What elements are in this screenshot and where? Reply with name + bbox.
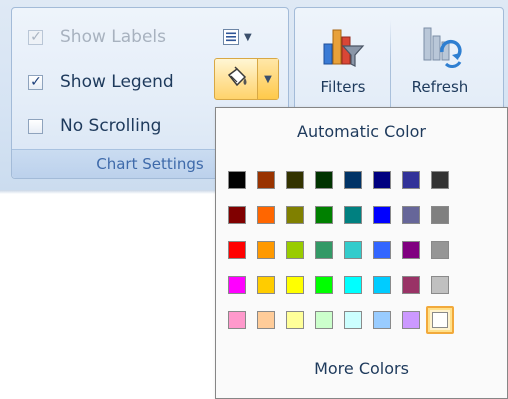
- color-swatch[interactable]: [315, 241, 333, 259]
- show-legend-checkbox-row[interactable]: ✓ Show Legend: [28, 69, 174, 95]
- list-format-icon: [223, 29, 239, 45]
- color-swatch[interactable]: [344, 171, 362, 189]
- screen: ✓ Show Labels ✓ Show Legend No Scrolling: [0, 0, 508, 399]
- color-swatch[interactable]: [228, 171, 246, 189]
- color-swatch[interactable]: [431, 171, 449, 189]
- labels-format-dropdown[interactable]: ▼: [222, 25, 252, 49]
- color-swatch[interactable]: [426, 306, 454, 334]
- selected-swatch-fill: [432, 312, 448, 328]
- color-swatch[interactable]: [315, 206, 333, 224]
- color-swatch[interactable]: [315, 311, 333, 329]
- color-swatch[interactable]: [344, 311, 362, 329]
- color-swatch[interactable]: [286, 276, 304, 294]
- chart-refresh-icon: [423, 27, 462, 68]
- no-scrolling-label[interactable]: No Scrolling: [60, 116, 161, 136]
- show-legend-label[interactable]: Show Legend: [60, 72, 174, 92]
- fill-color-dropdown-arrow[interactable]: ▼: [258, 59, 278, 99]
- color-swatch[interactable]: [402, 171, 420, 189]
- color-swatch[interactable]: [373, 276, 391, 294]
- color-swatch[interactable]: [257, 276, 275, 294]
- chevron-down-icon: ▼: [244, 31, 252, 43]
- show-labels-checkbox-row: ✓ Show Labels: [28, 24, 166, 50]
- color-swatch[interactable]: [373, 311, 391, 329]
- color-swatch[interactable]: [402, 311, 420, 329]
- color-swatch[interactable]: [286, 241, 304, 259]
- color-swatch[interactable]: [402, 241, 420, 259]
- color-swatch[interactable]: [257, 171, 275, 189]
- color-swatch[interactable]: [373, 171, 391, 189]
- no-scrolling-checkbox[interactable]: [28, 118, 43, 134]
- color-swatch[interactable]: [431, 276, 449, 294]
- color-swatch[interactable]: [431, 241, 449, 259]
- fill-color-button[interactable]: [215, 59, 258, 99]
- color-swatch[interactable]: [315, 276, 333, 294]
- color-swatch[interactable]: [228, 311, 246, 329]
- color-swatch[interactable]: [228, 241, 246, 259]
- color-swatch[interactable]: [344, 241, 362, 259]
- chevron-down-icon: ▼: [264, 73, 272, 85]
- color-swatch[interactable]: [402, 276, 420, 294]
- checkmark-icon: ✓: [30, 73, 42, 90]
- more-colors-option[interactable]: More Colors: [216, 359, 507, 378]
- color-swatch[interactable]: [344, 206, 362, 224]
- color-swatch[interactable]: [286, 206, 304, 224]
- color-swatch[interactable]: [257, 206, 275, 224]
- color-swatch[interactable]: [373, 206, 391, 224]
- no-scrolling-checkbox-row[interactable]: No Scrolling: [28, 113, 161, 139]
- automatic-color-option[interactable]: Automatic Color: [216, 122, 507, 141]
- show-legend-checkbox[interactable]: ✓: [28, 73, 43, 90]
- fill-color-split-button[interactable]: ▼: [214, 58, 279, 100]
- color-swatch[interactable]: [286, 171, 304, 189]
- color-swatch[interactable]: [228, 276, 246, 294]
- color-swatch[interactable]: [228, 206, 246, 224]
- color-swatch[interactable]: [431, 206, 449, 224]
- chart-filter-icon: [323, 29, 365, 67]
- color-swatch[interactable]: [402, 206, 420, 224]
- show-labels-label: Show Labels: [60, 27, 166, 47]
- color-picker-popup: Automatic Color More Colors: [215, 107, 508, 399]
- color-swatch[interactable]: [373, 241, 391, 259]
- filters-button[interactable]: Filters: [298, 22, 388, 114]
- show-labels-checkbox: ✓: [28, 28, 43, 45]
- checkmark-icon: ✓: [30, 28, 42, 45]
- color-swatch[interactable]: [315, 171, 333, 189]
- paint-bucket-icon: [227, 66, 247, 87]
- color-swatch[interactable]: [344, 276, 362, 294]
- refresh-label: Refresh: [411, 78, 469, 96]
- refresh-button[interactable]: Refresh: [395, 22, 485, 114]
- color-swatch[interactable]: [257, 241, 275, 259]
- filters-label: Filters: [320, 78, 366, 96]
- color-swatch[interactable]: [257, 311, 275, 329]
- color-swatch[interactable]: [286, 311, 304, 329]
